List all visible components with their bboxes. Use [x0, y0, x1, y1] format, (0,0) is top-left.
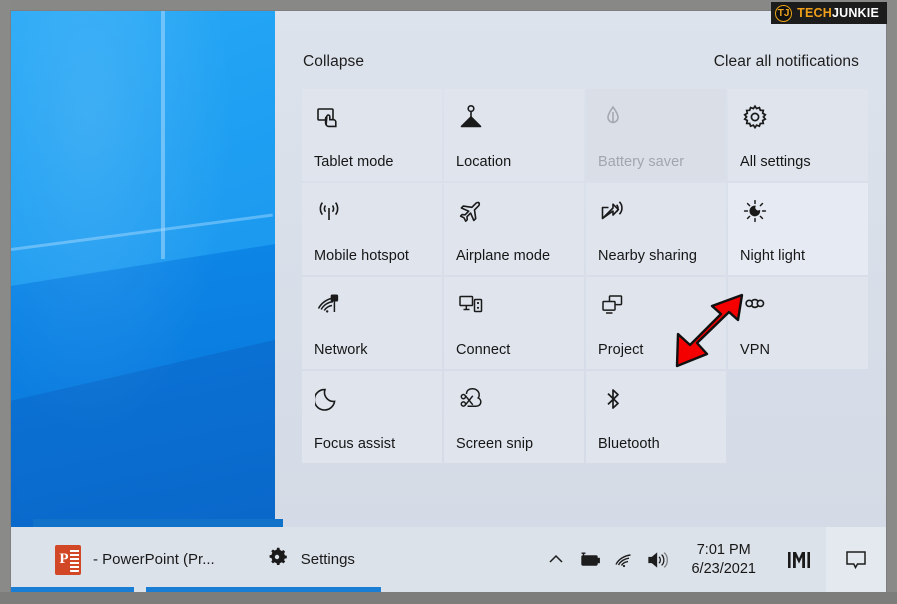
taskbar-item-powerpoint[interactable]: P - PowerPoint (Pr... — [41, 527, 229, 592]
window-frame-left — [0, 0, 10, 604]
connect-icon — [456, 290, 486, 320]
collapse-button[interactable]: Collapse — [303, 53, 364, 71]
airplane-icon — [456, 196, 486, 226]
battery-saver-icon — [598, 102, 628, 132]
quick-action-label: Bluetooth — [598, 436, 660, 452]
watermark-text-junkie: JUNKIE — [831, 6, 879, 20]
quick-action-label: Focus assist — [314, 436, 396, 452]
quick-action-tile-tablet-mode[interactable]: Tablet mode — [302, 89, 442, 181]
quick-action-label: Night light — [740, 248, 806, 264]
quick-action-tile-project[interactable]: Project — [586, 277, 726, 369]
taskbar: P - PowerPoint (Pr... Settings 7:01 PM 6… — [11, 519, 886, 592]
powerpoint-icon: P — [55, 544, 81, 575]
gear-icon — [740, 102, 770, 132]
quick-action-tile-battery-saver: Battery saver — [586, 89, 726, 181]
taskbar-accent-bottom-right — [146, 587, 381, 592]
hotspot-icon — [314, 196, 344, 226]
taskbar-accent-top — [33, 519, 283, 527]
tablet-mode-icon — [314, 102, 344, 132]
quick-action-label: Screen snip — [456, 436, 534, 452]
clock-date: 6/23/2021 — [691, 560, 756, 577]
snip-icon — [456, 384, 486, 414]
quick-action-tile-focus-assist[interactable]: Focus assist — [302, 371, 442, 463]
quick-action-tile-screen-snip[interactable]: Screen snip — [444, 371, 584, 463]
quick-action-label: All settings — [740, 154, 811, 170]
quick-action-tile-network[interactable]: Network — [302, 277, 442, 369]
notification-chat-icon[interactable] — [826, 527, 886, 592]
night-light-icon — [740, 196, 770, 226]
quick-action-label: Airplane mode — [456, 248, 551, 264]
moon-icon — [314, 384, 344, 414]
system-tray: 7:01 PM 6/23/2021 — [539, 527, 886, 592]
bluetooth-icon — [598, 384, 628, 414]
volume-icon[interactable] — [641, 527, 675, 592]
clear-all-notifications-button[interactable]: Clear all notifications — [714, 53, 859, 71]
gear-icon — [265, 545, 289, 574]
quick-action-tile-mobile-hotspot[interactable]: Mobile hotspot — [302, 183, 442, 275]
quick-action-tile-airplane-mode[interactable]: Airplane mode — [444, 183, 584, 275]
quick-action-label: Network — [314, 342, 368, 358]
window-frame-right — [887, 0, 897, 604]
quick-action-label: Battery saver — [598, 154, 685, 170]
quick-action-tile-connect[interactable]: Connect — [444, 277, 584, 369]
nearby-sharing-icon — [598, 196, 628, 226]
wallpaper-glow — [11, 11, 275, 527]
window-frame-bottom — [0, 592, 897, 604]
quick-action-tile-nearby-sharing[interactable]: Nearby sharing — [586, 183, 726, 275]
window-frame-top — [0, 0, 897, 10]
quick-action-label: Nearby sharing — [598, 248, 698, 264]
project-icon — [598, 290, 628, 320]
location-icon — [456, 102, 486, 132]
network-icon — [314, 290, 344, 320]
vpn-icon — [740, 290, 770, 320]
desktop-wallpaper[interactable] — [11, 11, 275, 527]
taskbar-accent-bottom-left — [11, 587, 134, 592]
quick-action-label: Project — [598, 342, 644, 358]
battery-charging-icon[interactable] — [573, 527, 607, 592]
quick-action-label: Tablet mode — [314, 154, 394, 170]
powerpoint-icon-letter: P — [59, 551, 69, 567]
quick-action-label: Location — [456, 154, 512, 170]
quick-actions-grid: Tablet mode Location Battery saver All s… — [302, 89, 868, 463]
quick-action-tile-empty — [728, 371, 868, 463]
wifi-icon[interactable] — [607, 527, 641, 592]
taskbar-powerpoint-label: - PowerPoint (Pr... — [93, 551, 215, 568]
quick-action-tile-night-light[interactable]: Night light — [728, 183, 868, 275]
clock-time: 7:01 PM — [696, 542, 751, 559]
quick-action-tile-bluetooth[interactable]: Bluetooth — [586, 371, 726, 463]
quick-action-tile-location[interactable]: Location — [444, 89, 584, 181]
quick-action-tile-all-settings[interactable]: All settings — [728, 89, 868, 181]
taskbar-clock[interactable]: 7:01 PM 6/23/2021 — [675, 527, 772, 592]
taskbar-settings-label: Settings — [300, 551, 355, 568]
meet-now-icon[interactable] — [772, 527, 826, 592]
techjunkie-watermark: TJ TECH JUNKIE — [771, 2, 887, 24]
quick-action-tile-vpn[interactable]: VPN — [728, 277, 868, 369]
watermark-text-tech: TECH — [797, 6, 832, 20]
screen: Collapse Clear all notifications Tablet … — [0, 0, 897, 604]
quick-action-label: VPN — [740, 342, 770, 358]
taskbar-item-settings[interactable]: Settings — [251, 527, 369, 592]
quick-action-label: Connect — [456, 342, 511, 358]
show-hidden-icons-chevron[interactable] — [539, 527, 573, 592]
action-center-panel: Collapse Clear all notifications Tablet … — [275, 11, 886, 527]
techjunkie-badge-icon: TJ — [775, 4, 793, 22]
quick-action-label: Mobile hotspot — [314, 248, 410, 264]
